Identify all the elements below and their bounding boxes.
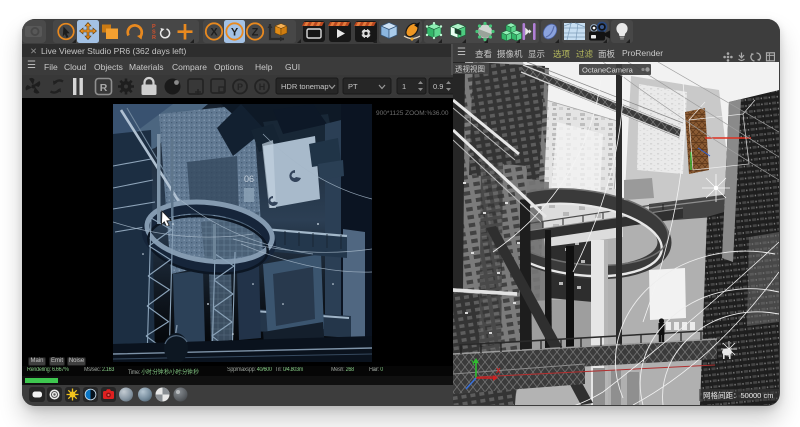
svg-text:HDR tonemap: HDR tonemap bbox=[281, 82, 329, 91]
svg-text:Y: Y bbox=[471, 360, 476, 367]
svg-text:H: H bbox=[259, 82, 266, 92]
svg-text:Z: Z bbox=[252, 27, 259, 39]
svg-text:PT: PT bbox=[348, 82, 358, 91]
svg-text:OctaneCamera: OctaneCamera bbox=[582, 66, 634, 75]
svg-text:X: X bbox=[496, 368, 501, 375]
svg-text:X: X bbox=[210, 27, 218, 39]
svg-text:1: 1 bbox=[402, 82, 406, 91]
svg-text:Y: Y bbox=[231, 27, 239, 39]
svg-text:R: R bbox=[100, 82, 108, 94]
svg-text:R: R bbox=[152, 35, 156, 41]
svg-text:P: P bbox=[237, 82, 243, 92]
svg-text:网格间距：50000 cm: 网格间距：50000 cm bbox=[703, 390, 773, 400]
svg-text:透视视图: 透视视图 bbox=[455, 64, 485, 74]
svg-text:0.9: 0.9 bbox=[433, 82, 443, 91]
svg-text:06: 06 bbox=[244, 174, 254, 184]
